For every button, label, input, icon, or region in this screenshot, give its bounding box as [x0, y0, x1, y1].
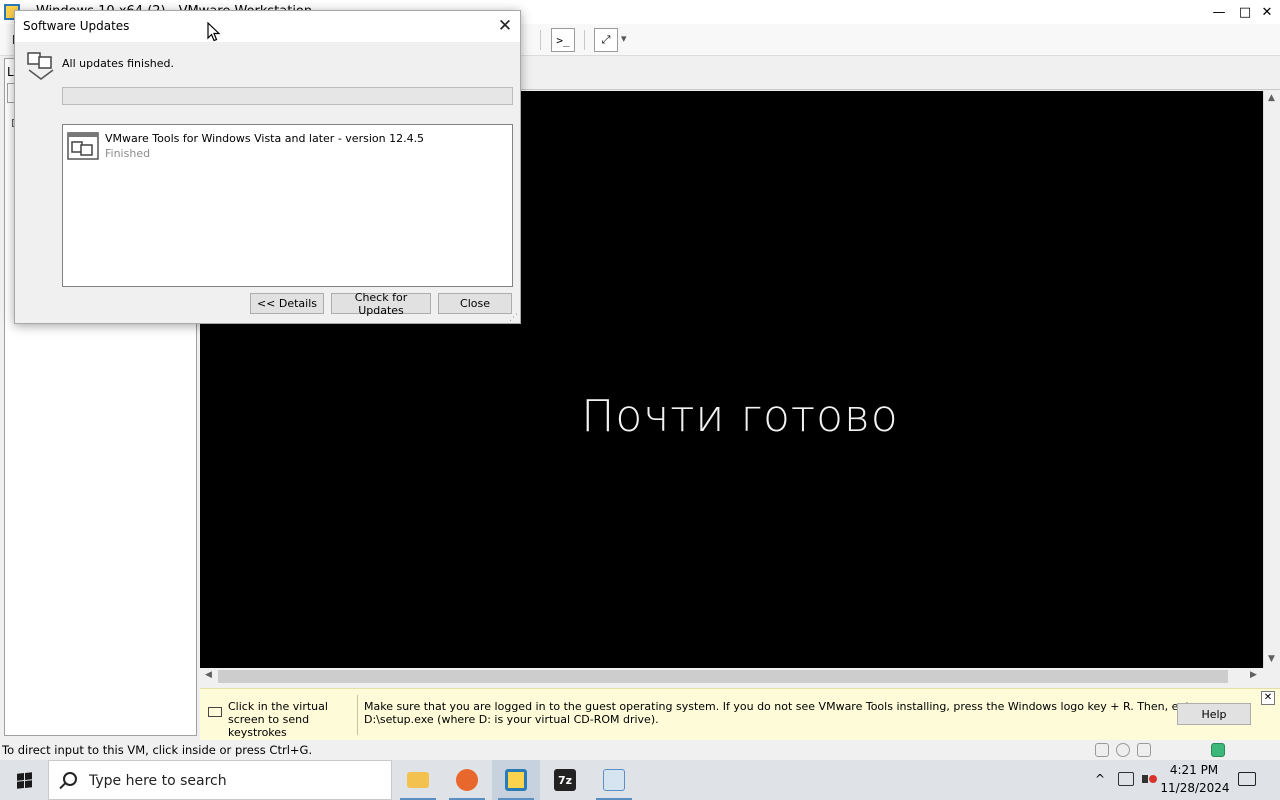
hard-disk-icon[interactable] — [1095, 743, 1109, 757]
details-button[interactable]: << Details — [250, 293, 324, 314]
mouse-cursor-icon — [207, 22, 221, 42]
download-icon[interactable] — [1243, 743, 1257, 757]
status-text: To direct input to this VM, click inside… — [2, 743, 313, 757]
hint-close-icon[interactable]: ✕ — [1261, 691, 1275, 705]
list-item[interactable]: VMware Tools for Windows Vista and later… — [67, 131, 507, 161]
fullscreen-button[interactable]: ⤢ — [594, 28, 618, 52]
vmware-tools-icon — [67, 132, 99, 160]
scroll-right-arrow-icon[interactable]: ▶ — [1250, 670, 1257, 680]
check-for-updates-button[interactable]: Check for Updates — [331, 291, 431, 317]
search-placeholder: Type here to search — [89, 773, 227, 789]
sound-icon[interactable] — [1179, 743, 1193, 757]
hint-divider — [357, 695, 358, 735]
folder-icon — [407, 772, 429, 788]
taskbar-app-vmware[interactable] — [492, 760, 540, 800]
hint-click-text: Click in the virtual screen to send keys… — [228, 700, 328, 739]
scroll-left-arrow-icon[interactable]: ◀ — [205, 670, 212, 680]
software-update-icon — [27, 52, 54, 80]
fullscreen-dropdown-icon[interactable]: ▾ — [621, 32, 627, 45]
firefox-icon — [456, 769, 478, 791]
update-item-status: Finished — [105, 147, 151, 160]
cd-rom-icon[interactable] — [1116, 743, 1130, 757]
dialog-close-action-button[interactable]: Close — [438, 293, 512, 314]
console-view-button[interactable]: >_ — [551, 28, 575, 52]
usb-icon[interactable] — [1158, 743, 1172, 757]
taskbar-app-firefox[interactable] — [443, 760, 491, 800]
taskbar-app-file-explorer[interactable] — [394, 760, 442, 800]
scroll-up-arrow-icon[interactable]: ▲ — [1268, 93, 1275, 103]
horizontal-scrollbar[interactable]: ◀ ▶ — [200, 668, 1263, 685]
volume-muted-icon[interactable] — [1142, 772, 1158, 786]
update-list[interactable]: VMware Tools for Windows Vista and later… — [62, 124, 513, 287]
update-item-title: VMware Tools for Windows Vista and later… — [105, 132, 425, 145]
horizontal-scroll-thumb[interactable] — [218, 670, 1228, 683]
close-button[interactable]: ✕ — [1250, 0, 1280, 24]
main-statusbar: To direct input to this VM, click inside… — [0, 740, 1280, 760]
photos-icon — [603, 769, 625, 791]
resize-grip-icon[interactable]: ⋰ — [509, 313, 518, 323]
vertical-scrollbar[interactable]: ▲ ▼ — [1263, 91, 1280, 668]
message-log-icon[interactable] — [1211, 743, 1225, 757]
vmware-icon — [505, 769, 527, 791]
update-status-text: All updates finished. — [62, 57, 175, 70]
vm-setup-message: Почти готово — [581, 391, 899, 442]
notification-center-icon[interactable] — [1238, 772, 1256, 786]
windows-taskbar: Type here to search 7z ^ 4:21 PM 11/28/2… — [0, 760, 1280, 800]
start-button[interactable] — [0, 760, 48, 800]
keyboard-icon — [208, 707, 222, 717]
taskbar-app-7zip[interactable]: 7z — [541, 760, 589, 800]
search-icon — [63, 772, 77, 786]
network-icon[interactable] — [1118, 772, 1134, 786]
scroll-down-arrow-icon[interactable]: ▼ — [1268, 654, 1275, 664]
clock-date[interactable]: 11/28/2024 — [1160, 781, 1230, 795]
update-progress-bar — [62, 87, 513, 105]
software-updates-dialog: Software Updates ✕ All updates finished.… — [14, 10, 521, 324]
toolbar-separator — [540, 30, 541, 50]
show-hidden-icons-chevron-icon[interactable]: ^ — [1095, 772, 1105, 786]
dialog-title: Software Updates — [23, 19, 130, 33]
network-adapter-icon[interactable] — [1137, 743, 1151, 757]
dialog-close-button[interactable]: ✕ — [493, 15, 517, 37]
toolbar-separator — [584, 30, 585, 50]
help-button[interactable]: Help — [1177, 703, 1251, 725]
vmware-tools-hint-bar: Click in the virtual screen to send keys… — [200, 688, 1280, 740]
7zip-icon: 7z — [554, 769, 576, 791]
clock-time[interactable]: 4:21 PM — [1166, 763, 1222, 777]
taskbar-app-photos[interactable] — [590, 760, 638, 800]
hint-install-instructions: Make sure that you are logged in to the … — [364, 700, 1201, 726]
dialog-titlebar[interactable]: Software Updates ✕ — [15, 11, 520, 42]
windows-logo-icon — [16, 771, 32, 789]
taskbar-search-box[interactable]: Type here to search — [48, 760, 392, 800]
